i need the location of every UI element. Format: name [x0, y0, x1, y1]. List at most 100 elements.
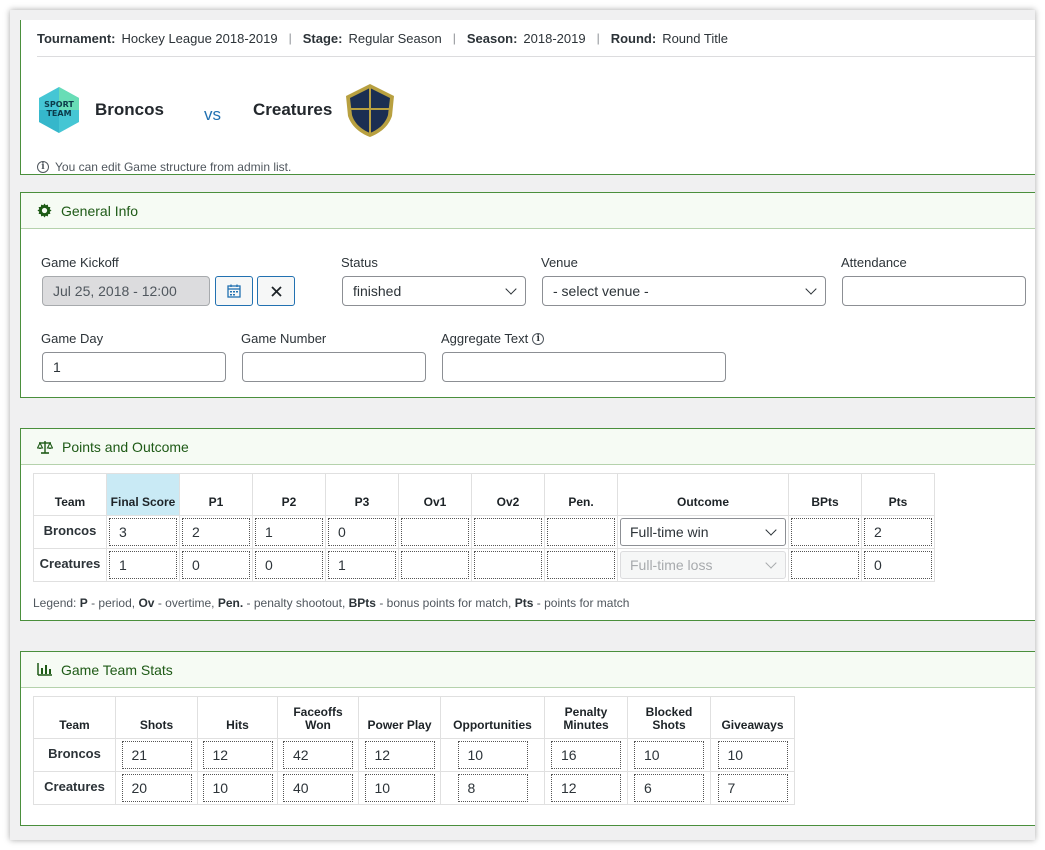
legend-desc: - penalty shootout,	[246, 596, 346, 610]
game-day-input[interactable]: 1	[42, 352, 226, 382]
column-header: Giveaways	[710, 696, 795, 739]
faceoffs-input[interactable]: 40	[283, 774, 353, 802]
pen-input[interactable]	[547, 518, 615, 546]
legend-desc: - bonus points for match,	[379, 596, 512, 610]
team-cell: Creatures	[33, 771, 116, 805]
general-info-panel: General Info Game Kickoff Jul 25, 2018 -…	[20, 192, 1035, 398]
ov1-input[interactable]	[401, 518, 469, 546]
legend-desc: - points for match	[536, 596, 630, 610]
clear-kickoff-button[interactable]	[257, 276, 295, 306]
chevron-down-icon	[805, 282, 817, 295]
outcome-value: Full-time loss	[630, 557, 713, 573]
pts-input[interactable]: 2	[864, 518, 932, 546]
blocked-shots-input[interactable]: 10	[634, 741, 704, 769]
p2-input[interactable]: 1	[255, 518, 323, 546]
legend-desc: - overtime,	[157, 596, 215, 610]
p2-input[interactable]: 0	[255, 551, 323, 579]
outcome-value: Full-time win	[630, 524, 709, 540]
final-score-input[interactable]: 3	[109, 518, 177, 546]
penalty-minutes-input[interactable]: 12	[551, 774, 621, 802]
venue-value: - select venue -	[553, 283, 649, 299]
section-title: Points and Outcome	[62, 438, 189, 455]
bar-chart-icon	[37, 663, 52, 676]
giveaways-input[interactable]: 10	[717, 741, 788, 769]
venue-select[interactable]: - select venue -	[542, 276, 826, 306]
points-table: Team Final Score P1 P2 P3 Ov1 Ov2 Pen. O…	[33, 473, 935, 582]
home-team-name[interactable]: Broncos	[95, 100, 164, 120]
creatures-shield-logo	[346, 84, 395, 137]
chevron-down-icon	[765, 556, 777, 569]
column-header: Pen.	[544, 473, 618, 516]
final-score-input[interactable]: 1	[109, 551, 177, 579]
game-meta-row: Tournament: Hockey League 2018-2019 | St…	[37, 20, 1035, 57]
hits-input[interactable]: 12	[202, 741, 273, 769]
column-header: P3	[325, 473, 399, 516]
team-stats-title[interactable]: Game Team Stats	[21, 652, 1035, 688]
separator: |	[452, 31, 456, 45]
attendance-input[interactable]	[842, 276, 1026, 306]
column-header: Team	[33, 473, 107, 516]
section-title: General Info	[61, 202, 139, 219]
blocked-shots-input[interactable]: 6	[634, 774, 704, 802]
points-outcome-title[interactable]: Points and Outcome	[21, 429, 1035, 465]
column-header: Opportunities	[440, 696, 545, 739]
column-header: Penalty Minutes	[544, 696, 628, 739]
opportunities-input[interactable]: 8	[457, 774, 528, 802]
status-label: Status	[341, 255, 378, 270]
scales-icon	[37, 440, 53, 454]
pen-input[interactable]	[547, 551, 615, 579]
power-play-input[interactable]: 12	[364, 741, 435, 769]
kickoff-input[interactable]: Jul 25, 2018 - 12:00	[42, 276, 210, 306]
faceoffs-input[interactable]: 42	[283, 741, 353, 769]
column-header: Power Play	[358, 696, 441, 739]
info-note: i You can edit Game structure from admin…	[37, 160, 291, 174]
legend-key: Pen.	[217, 596, 244, 610]
game-number-input[interactable]	[242, 352, 426, 382]
points-outcome-panel: Points and Outcome Team Final Score P1 P…	[20, 428, 1035, 621]
bpts-input[interactable]	[791, 551, 859, 579]
ov2-input[interactable]	[474, 551, 542, 579]
away-team-name[interactable]: Creatures	[253, 100, 332, 120]
logo-text: SPORT	[44, 100, 74, 109]
giveaways-input[interactable]: 7	[717, 774, 788, 802]
legend-key: P	[79, 596, 88, 610]
p3-input[interactable]: 1	[328, 551, 396, 579]
column-header: Outcome	[617, 473, 789, 516]
table-row: Creatures 20 10 40 10 8 12 6 7	[33, 771, 795, 805]
penalty-minutes-input[interactable]: 16	[551, 741, 621, 769]
separator: |	[288, 31, 292, 45]
season-label: Season:	[466, 30, 518, 46]
attendance-label: Attendance	[841, 255, 907, 270]
aggregate-label: Aggregate Text	[441, 331, 529, 346]
column-header: Blocked Shots	[627, 696, 711, 739]
bpts-input[interactable]	[791, 518, 859, 546]
pts-input[interactable]: 0	[864, 551, 932, 579]
p1-input[interactable]: 0	[182, 551, 250, 579]
opportunities-input[interactable]: 10	[457, 741, 528, 769]
logo-text: TEAM	[46, 109, 71, 118]
kickoff-label: Game Kickoff	[41, 255, 119, 270]
shots-input[interactable]: 20	[121, 774, 192, 802]
ov2-input[interactable]	[474, 518, 542, 546]
p3-input[interactable]: 0	[328, 518, 396, 546]
sport-team-logo: SPORT TEAM	[39, 87, 79, 133]
p1-input[interactable]: 2	[182, 518, 250, 546]
legend-key: Ov	[138, 596, 155, 610]
power-play-input[interactable]: 10	[364, 774, 435, 802]
hits-input[interactable]: 10	[202, 774, 273, 802]
column-header-final-score: Final Score	[106, 473, 180, 516]
aggregate-label-wrap: Aggregate Text i	[441, 331, 545, 346]
ov1-input[interactable]	[401, 551, 469, 579]
legend-text: Legend: P - period, Ov - overtime, Pen. …	[33, 596, 629, 610]
separator: |	[596, 31, 600, 45]
general-info-title[interactable]: General Info	[21, 193, 1035, 229]
outcome-select[interactable]: Full-time win	[620, 518, 786, 546]
round-value: Round Title	[662, 30, 728, 46]
aggregate-input[interactable]	[442, 352, 726, 382]
info-icon[interactable]: i	[532, 332, 545, 345]
status-select[interactable]: finished	[342, 276, 526, 306]
admin-frame: Tournament: Hockey League 2018-2019 | St…	[10, 10, 1035, 840]
calendar-button[interactable]	[215, 276, 253, 306]
table-row: Creatures 1 0 0 1 Full-time loss 0	[33, 548, 935, 582]
shots-input[interactable]: 21	[121, 741, 192, 769]
